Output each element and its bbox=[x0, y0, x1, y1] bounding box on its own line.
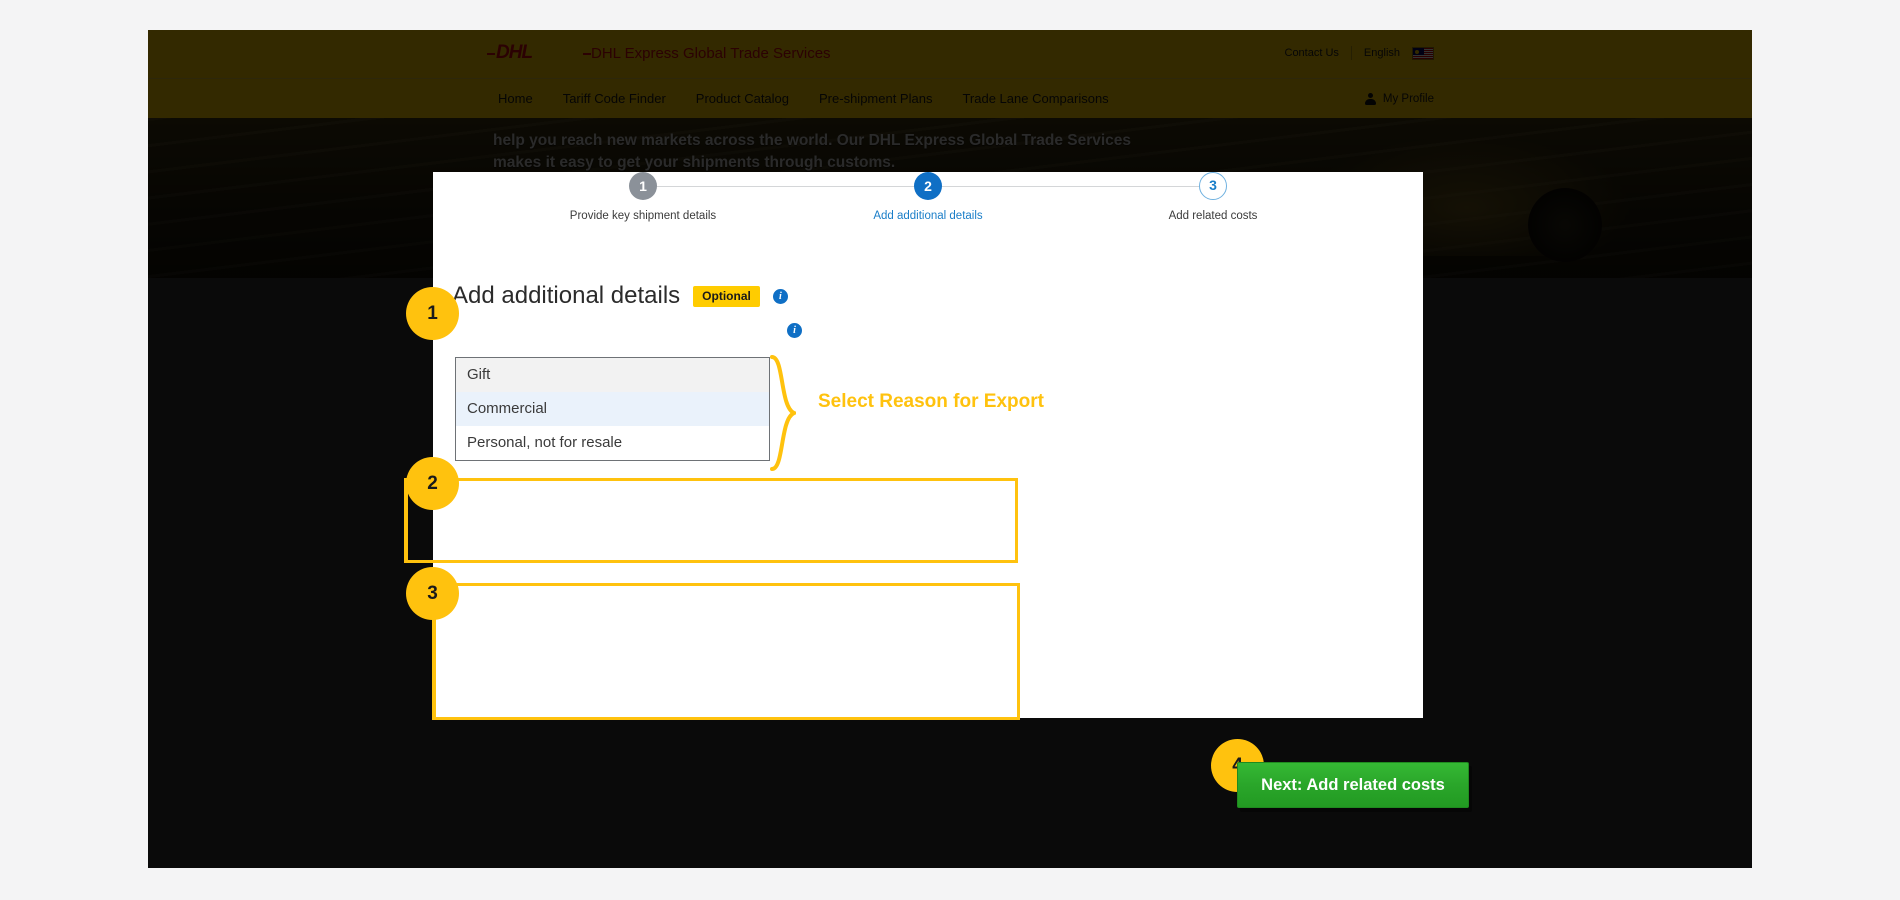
annotation-badge-2: 2 bbox=[406, 457, 459, 510]
malaysia-flag-icon bbox=[1412, 46, 1434, 60]
contact-us-link[interactable]: Contact Us bbox=[1285, 47, 1339, 59]
stepper-step-1[interactable]: 1 Provide key shipment details bbox=[533, 172, 753, 222]
nav-item-pre-shipment-plans[interactable]: Pre-shipment Plans bbox=[819, 91, 932, 106]
step-3-number: 3 bbox=[1199, 172, 1227, 200]
nav-item-tariff-code-finder[interactable]: Tariff Code Finder bbox=[563, 91, 666, 106]
next-add-related-costs-button[interactable]: Next: Add related costs bbox=[1237, 762, 1469, 808]
hero-text: help you reach new markets across the wo… bbox=[493, 132, 1132, 171]
divider bbox=[1350, 46, 1352, 60]
dhl-logo-text: DHL bbox=[496, 42, 533, 63]
site-header: DHL DHL Express Global Trade Services Co… bbox=[148, 30, 1752, 78]
stepper-step-2[interactable]: 2 Add additional details bbox=[818, 172, 1038, 222]
person-icon bbox=[1364, 92, 1376, 105]
language-selector[interactable]: English bbox=[1364, 47, 1400, 59]
dropdown-option-gift[interactable]: Gift bbox=[456, 358, 769, 392]
step-1-caption: Provide key shipment details bbox=[569, 210, 717, 222]
callout-text: Select Reason for Export bbox=[818, 391, 1044, 412]
header-utility-links: Contact Us English bbox=[1285, 46, 1434, 60]
step-1-number: 1 bbox=[629, 172, 657, 200]
optional-badge: Optional bbox=[693, 285, 760, 307]
stepper-step-3[interactable]: 3 Add related costs bbox=[1103, 172, 1323, 222]
brand-title: DHL Express Global Trade Services bbox=[591, 44, 831, 62]
annotation-badge-1: 1 bbox=[406, 287, 459, 340]
page-title: Add additional details bbox=[452, 282, 681, 309]
highlight-box-price-fields bbox=[432, 583, 1020, 720]
nav-item-trade-lane-comparisons[interactable]: Trade Lane Comparisons bbox=[962, 91, 1108, 106]
step-3-caption: Add related costs bbox=[1168, 210, 1258, 222]
info-icon[interactable]: i bbox=[772, 288, 788, 304]
site-nav: Home Tariff Code Finder Product Catalog … bbox=[148, 78, 1752, 118]
nav-item-home[interactable]: Home bbox=[498, 91, 533, 106]
step-2-number: 2 bbox=[914, 172, 942, 200]
step-2-caption: Add additional details bbox=[873, 210, 983, 222]
dropdown-option-commercial[interactable]: Commercial bbox=[456, 392, 769, 426]
dhl-brand[interactable]: DHL DHL Express Global Trade Services bbox=[487, 42, 831, 63]
reason-for-export-dropdown[interactable]: Gift Commercial Personal, not for resale bbox=[455, 357, 770, 461]
dhl-logo-icon: DHL bbox=[487, 42, 591, 63]
reason-info-icon[interactable]: i bbox=[787, 323, 802, 338]
dropdown-option-personal[interactable]: Personal, not for resale bbox=[456, 426, 769, 460]
nav-item-product-catalog[interactable]: Product Catalog bbox=[696, 91, 789, 106]
callout-brace bbox=[770, 355, 796, 471]
my-profile-label: My Profile bbox=[1382, 92, 1434, 105]
hero-wheel-detail bbox=[1528, 188, 1602, 262]
highlight-box-party-type bbox=[404, 478, 1018, 563]
my-profile-menu[interactable]: My Profile bbox=[1364, 79, 1434, 118]
page-title-row: Add additional details Optional i bbox=[452, 282, 788, 310]
stepper: 1 Provide key shipment details 2 Add add… bbox=[533, 172, 1323, 240]
annotation-badge-3: 3 bbox=[406, 567, 459, 620]
